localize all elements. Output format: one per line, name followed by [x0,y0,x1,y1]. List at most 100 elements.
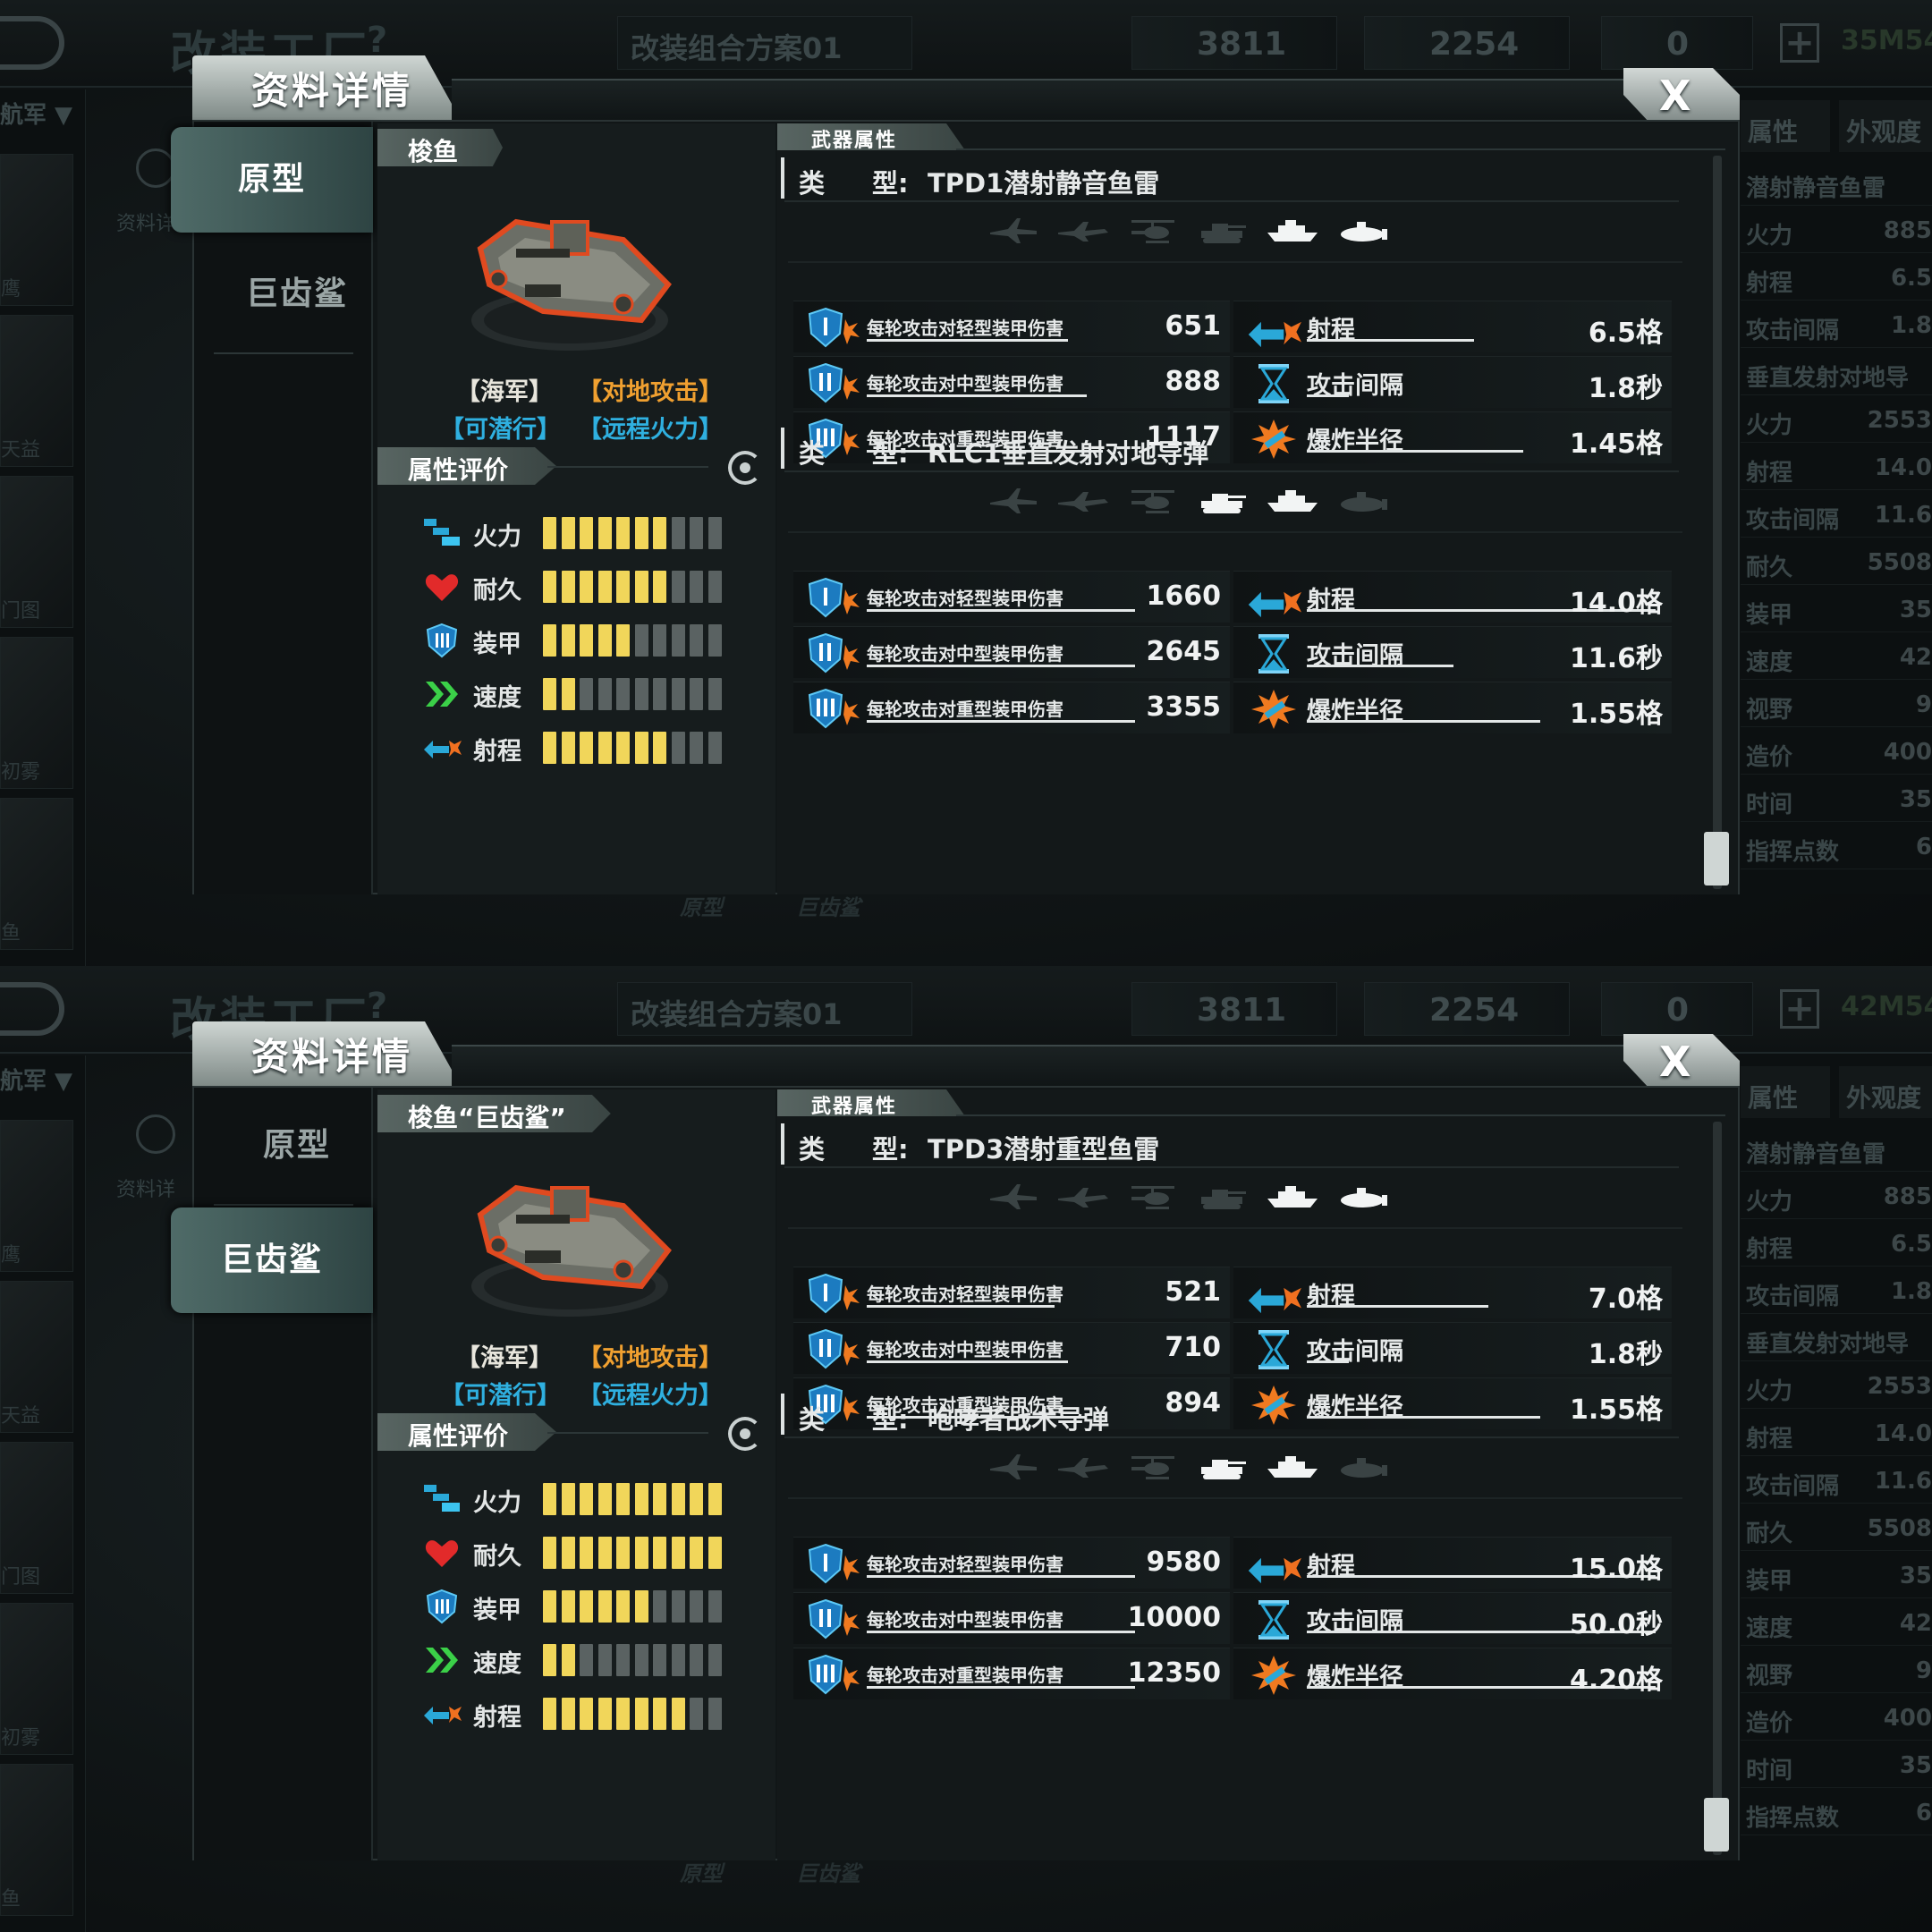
tab-appearance[interactable]: 外观度 [1839,100,1932,152]
rating-header: 属性评价 [377,447,556,485]
scrollbar-thumb[interactable] [1704,1798,1729,1852]
rating-segment [543,732,556,764]
rating-segment [597,732,612,764]
rating-segment [616,1590,630,1623]
rating-segment [580,1644,593,1676]
variant-tabs: 原型 巨齿鲨 [171,1088,373,1860]
stats-row-value: 9 [1915,691,1932,718]
rating-segment [634,517,648,549]
unit-list-item[interactable]: 门图 [0,1442,73,1594]
rating-segment [708,1590,722,1623]
tag-long-range: 【远程火力】 [578,1382,723,1410]
zoom-icon[interactable] [136,1114,175,1154]
submarine-model-image [462,1152,677,1322]
property-bar [1307,339,1475,342]
damage-value: 9580 [1146,1546,1222,1578]
bomber-target-icon [1056,485,1110,517]
rating-segment [580,517,593,549]
rating-segment [634,732,648,764]
damage-label: 每轮攻击对重型装甲伤害 [867,699,1063,720]
stats-row-label: 耐久 [1746,555,1793,581]
unit-list-item[interactable]: 鹰 [0,154,73,306]
scrollbar-track[interactable] [1713,1122,1722,1855]
unit-list-label: 鹰 [1,1244,21,1267]
tab-appearance[interactable]: 外观度 [1839,1066,1932,1118]
unit-list-item[interactable]: 初雾 [0,637,73,789]
weapon-property-stat: 射程 7.0格 [1233,1267,1672,1318]
tab-attributes[interactable]: 属性 [1741,1066,1830,1118]
screen-panel-megalodon: 改装工厂?改装组合方案01381122540+42M54航军 ▼鹰天益门图初雾鱼… [0,966,1932,1932]
heavy-armor-damage-icon [806,1654,861,1697]
scrollbar-thumb[interactable] [1704,832,1729,886]
rating-segment [616,1698,630,1730]
submarine-target-icon [1335,1181,1389,1213]
unit-list-item[interactable]: 天益 [0,1281,73,1433]
tab-prototype[interactable]: 原型 [221,1093,373,1199]
unit-info-column: 梭鱼 【海军】 【对地攻击】 【可潜行】 【远程火力】 属性评价 火力 耐久 装甲 速度 射程 [377,123,775,894]
rating-segment [580,624,593,657]
rating-segment [561,571,575,603]
add-currency-button[interactable]: + [1780,23,1819,63]
helicopter-target-icon [1126,1181,1180,1213]
target-types [987,215,1523,250]
unit-list-item[interactable]: 天益 [0,315,73,467]
add-currency-button[interactable]: + [1780,989,1819,1029]
hourglass-icon [1246,632,1301,675]
rating-label: 火力 [473,523,521,551]
speed-icon [422,1642,462,1678]
unit-list-item[interactable]: 门图 [0,476,73,628]
navy-filter[interactable]: 航军 ▼ [0,97,72,130]
property-value: 1.8秒 [1588,373,1663,404]
weapons-divider [956,1114,1725,1116]
scrollbar-track[interactable] [1713,156,1722,889]
damage-value: 521 [1165,1276,1221,1308]
unit-list-item[interactable]: 鹰 [0,1120,73,1272]
tab-attributes[interactable]: 属性 [1741,100,1830,152]
navy-filter[interactable]: 航军 ▼ [0,1063,72,1096]
unit-list-label: 门图 [1,600,41,623]
stats-row-value: 400 [1883,739,1932,766]
property-value: 6.5格 [1588,318,1663,349]
property-value: 50.0秒 [1569,1609,1663,1640]
weapon-type-key2: 型: [872,168,909,199]
tab-megalodon[interactable]: 巨齿鲨 [171,1208,373,1313]
rating-segment [543,678,556,710]
explosion-icon [1246,688,1301,731]
rating-segment [580,678,593,710]
ship-target-icon [1266,1451,1319,1483]
back-icon[interactable] [0,16,64,70]
rating-divider [547,466,708,468]
unit-list-item[interactable]: 鱼 [0,1764,73,1916]
stats-row-value: 5508 [1867,1515,1932,1542]
weapon-type-key2: 型: [872,1134,909,1165]
weapons-header: 武器属性 [777,123,965,150]
tag-ground-attack: 【对地攻击】 [578,1344,723,1372]
unit-list-item[interactable]: 鱼 [0,798,73,950]
zoom-icon[interactable] [136,148,175,188]
unit-code: 35M54 [1841,25,1932,56]
rating-segment [690,678,703,710]
unit-list-item[interactable]: 初雾 [0,1603,73,1755]
stats-row: 垂直发射对地导 [1741,351,1932,395]
unit-name: 梭鱼“巨齿鲨” [377,1095,611,1132]
rating-segment [653,1698,666,1730]
rating-segment [597,1698,612,1730]
back-icon[interactable] [0,982,64,1036]
property-bar [1307,665,1453,667]
stats-row: 耐久 5508 [1741,540,1932,585]
bomber-target-icon [1056,1451,1110,1483]
armor-icon [422,1589,462,1624]
rating-segment [597,1644,612,1676]
speed-icon [422,676,462,712]
stats-row-label: 垂直发射对地导 [1746,365,1910,392]
stats-row: 视野 9 [1741,1648,1932,1693]
rating-segment [690,624,703,657]
tab-megalodon[interactable]: 巨齿鲨 [221,242,373,347]
rating-segment [561,517,575,549]
tab-prototype[interactable]: 原型 [171,127,373,233]
compare-toggle-icon[interactable] [728,451,762,485]
rating-segment [653,732,666,764]
compare-toggle-icon[interactable] [728,1417,762,1451]
damage-stat: 每轮攻击对轻型装甲伤害 1660 [793,571,1230,623]
rating-segment [634,624,648,657]
